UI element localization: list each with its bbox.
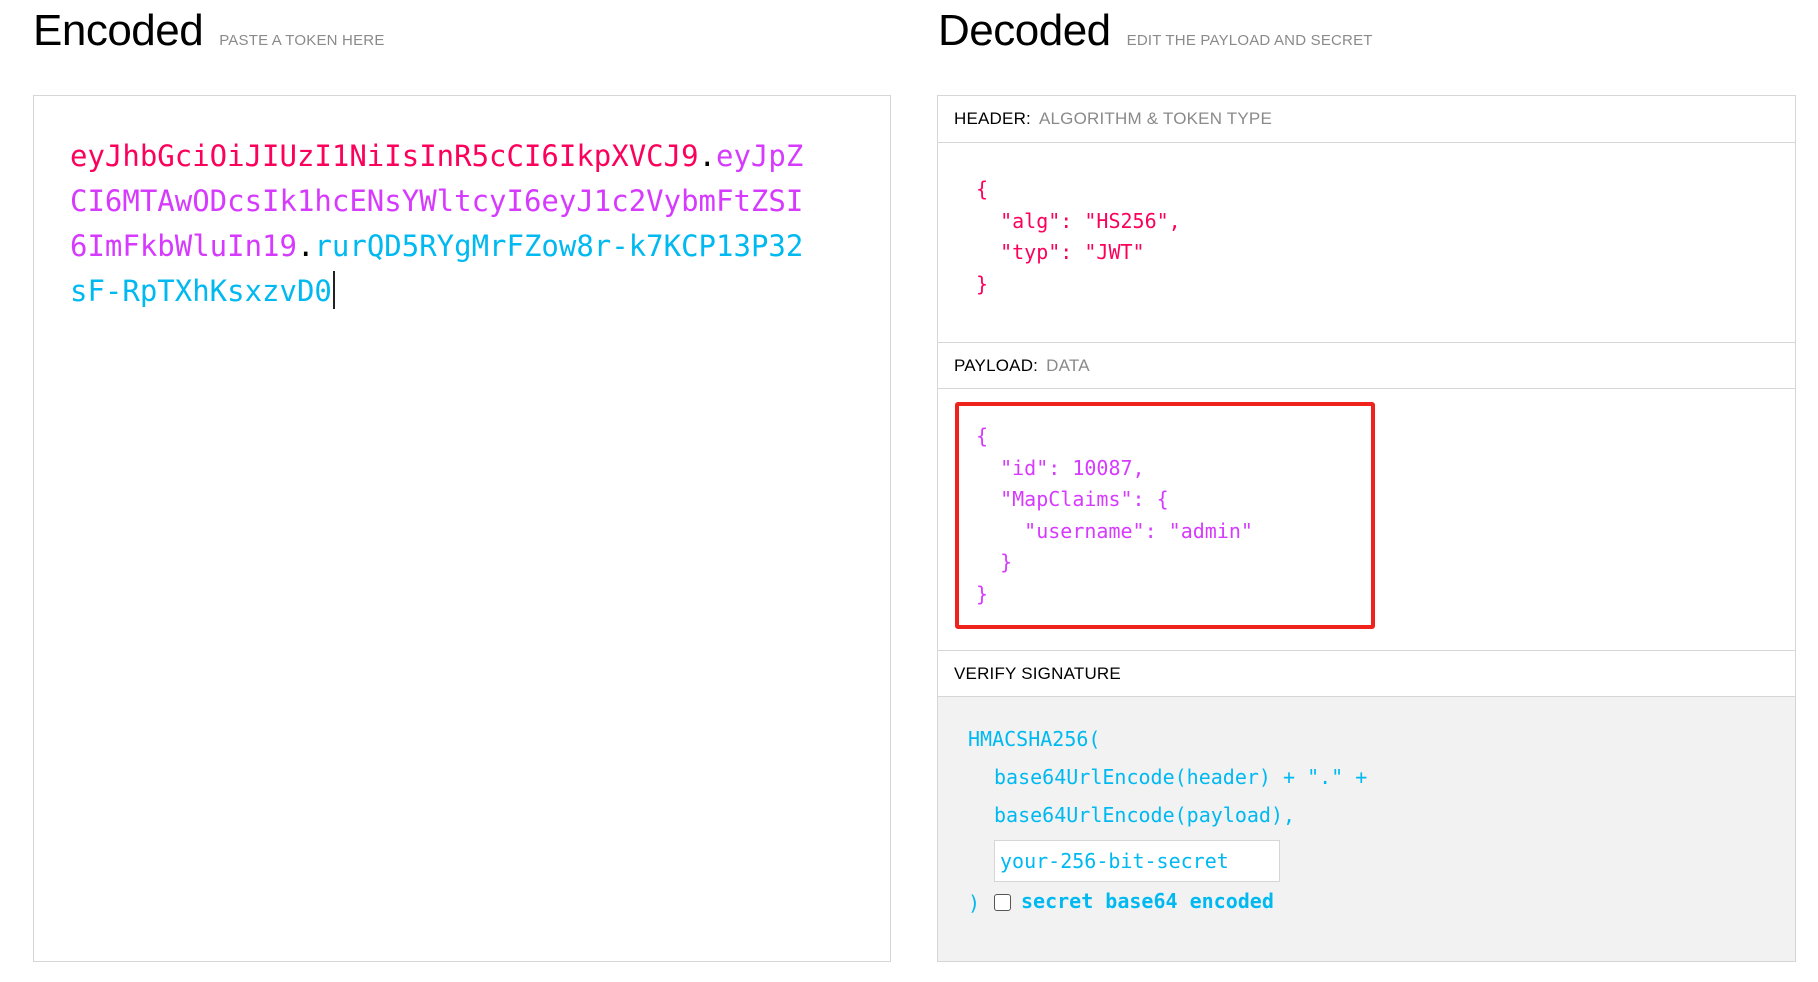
payload-hint: DATA <box>1046 355 1090 375</box>
header-json-editor[interactable]: { "alg": "HS256", "typ": "JWT" } <box>976 174 1181 300</box>
payload-section-heading: PAYLOAD: DATA <box>938 342 1795 389</box>
payload-label: PAYLOAD: <box>954 355 1039 375</box>
decoded-panel: HEADER: ALGORITHM & TOKEN TYPE { "alg": … <box>937 95 1796 962</box>
encoded-token-editor[interactable]: eyJhbGciOiJIUzI1NiIsInR5cCI6IkpXVCJ9.eyJ… <box>33 95 891 962</box>
verify-section-heading: VERIFY SIGNATURE <box>938 650 1795 697</box>
verify-label: VERIFY SIGNATURE <box>954 663 1121 683</box>
hmac-payload-line: base64UrlEncode(payload), <box>994 803 1296 827</box>
encoded-title: Encoded <box>33 6 204 55</box>
decoded-title: Decoded <box>938 6 1111 55</box>
encoded-title-block: Encoded PASTE A TOKEN HERE <box>33 6 385 56</box>
base64-checkbox[interactable] <box>994 894 1011 911</box>
text-caret <box>332 271 335 309</box>
header-label: HEADER: <box>954 109 1031 128</box>
header-hint: ALGORITHM & TOKEN TYPE <box>1038 109 1272 128</box>
hmac-close-paren: ) <box>968 891 981 915</box>
header-section-heading: HEADER: ALGORITHM & TOKEN TYPE <box>938 96 1795 143</box>
token-separator: . <box>698 139 717 173</box>
hmac-header-line: base64UrlEncode(header) + "." + <box>994 765 1368 789</box>
payload-json-editor[interactable]: { "id": 10087, "MapClaims": { "username"… <box>976 421 1253 610</box>
decoded-subtitle: EDIT THE PAYLOAD AND SECRET <box>1126 32 1373 49</box>
decoded-title-block: Decoded EDIT THE PAYLOAD AND SECRET <box>938 6 1373 56</box>
base64-checkbox-label[interactable]: secret base64 encoded <box>1021 889 1274 913</box>
token-separator: . <box>296 229 315 263</box>
secret-input[interactable] <box>994 840 1280 882</box>
token-header-part: eyJhbGciOiJIUzI1NiIsInR5cCI6IkpXVCJ9 <box>70 139 699 173</box>
encoded-subtitle: PASTE A TOKEN HERE <box>219 32 385 49</box>
token-text[interactable]: eyJhbGciOiJIUzI1NiIsInR5cCI6IkpXVCJ9.eyJ… <box>70 134 810 314</box>
verify-signature-body: HMACSHA256( base64UrlEncode(header) + ".… <box>938 697 1795 961</box>
hmac-function-line: HMACSHA256( <box>968 727 1101 751</box>
